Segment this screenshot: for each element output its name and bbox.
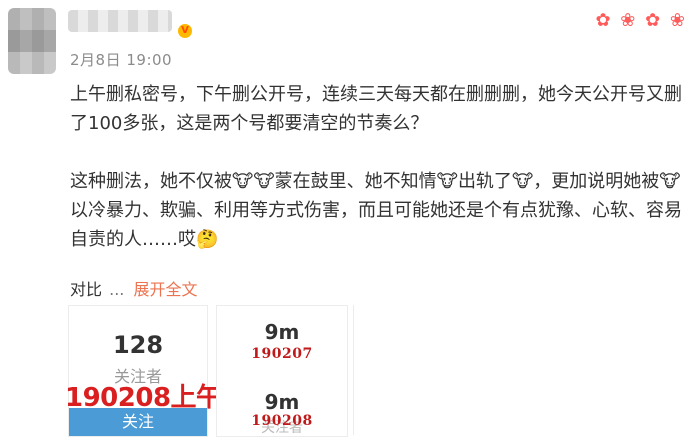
compare-row: 对比 ... 展开全文 xyxy=(70,276,197,300)
thinking-emoji-icon: 🤔 xyxy=(196,229,219,250)
compare-label: 对比 xyxy=(70,280,103,299)
cow-emoji-icon: 🐮 xyxy=(511,171,534,192)
expand-full-text-link[interactable]: 展开全文 xyxy=(133,280,197,299)
bottom-code: 190208 xyxy=(251,413,313,429)
avatar[interactable] xyxy=(8,8,56,74)
username-blurred[interactable] xyxy=(68,10,172,32)
cow-emoji-icon: 🐮 xyxy=(436,171,458,192)
vip-badge-icon: V xyxy=(178,24,192,38)
profile-card-left[interactable]: 128 关注者 190208上午 关注 xyxy=(65,305,222,437)
top-value: 9m xyxy=(264,320,300,344)
post-paragraph-1: 上午删私密号，下午删公开号，连续三天每天都在删删删，她今天公开号又删了100多张… xyxy=(70,84,682,134)
post-paragraph-2-part-c: 出轨了 xyxy=(457,171,512,192)
bottom-value: 9m xyxy=(264,390,300,414)
followers-count: 128 xyxy=(112,331,164,359)
decorative-sticker-icons: ✿ ❀ ✿ ❀ xyxy=(595,10,687,31)
cow-emoji-icon: 🐮 xyxy=(232,171,254,192)
post-paragraph-2-part-d: ，更加说明她被 xyxy=(533,171,660,192)
post-timestamp[interactable]: 2月8日 19:00 xyxy=(70,49,172,70)
follow-button[interactable]: 关注 xyxy=(69,408,207,436)
post-paragraph-2-part-a: 这种删法，她不仅被 xyxy=(70,171,232,192)
post-body: 上午删私密号，下午删公开号，连续三天每天都在删删删，她今天公开号又删了100多张… xyxy=(70,80,688,254)
post-paragraph-2-part-e: 以冷暴力、欺骗、利用等方式伤害，而且可能她还是个有点犹豫、心软、容易自责的人……… xyxy=(70,200,682,250)
cow-emoji-icon: 🐮 xyxy=(659,171,681,192)
cow-emoji-icon: 🐮 xyxy=(253,171,275,192)
profile-card-right-partial[interactable] xyxy=(353,305,372,435)
profile-card-middle[interactable]: 9m 190207 9m 关注者 190208 xyxy=(216,305,348,437)
ellipsis: ... xyxy=(109,280,125,299)
top-code: 190207 xyxy=(251,346,313,362)
post-paragraph-2: 这种删法，她不仅被🐮🐮蒙在鼓里、她不知情🐮出轨了🐮，更加说明她被🐮以冷暴力、欺骗… xyxy=(70,167,688,254)
post-paragraph-2-part-b: 蒙在鼓里、她不知情 xyxy=(274,171,437,192)
